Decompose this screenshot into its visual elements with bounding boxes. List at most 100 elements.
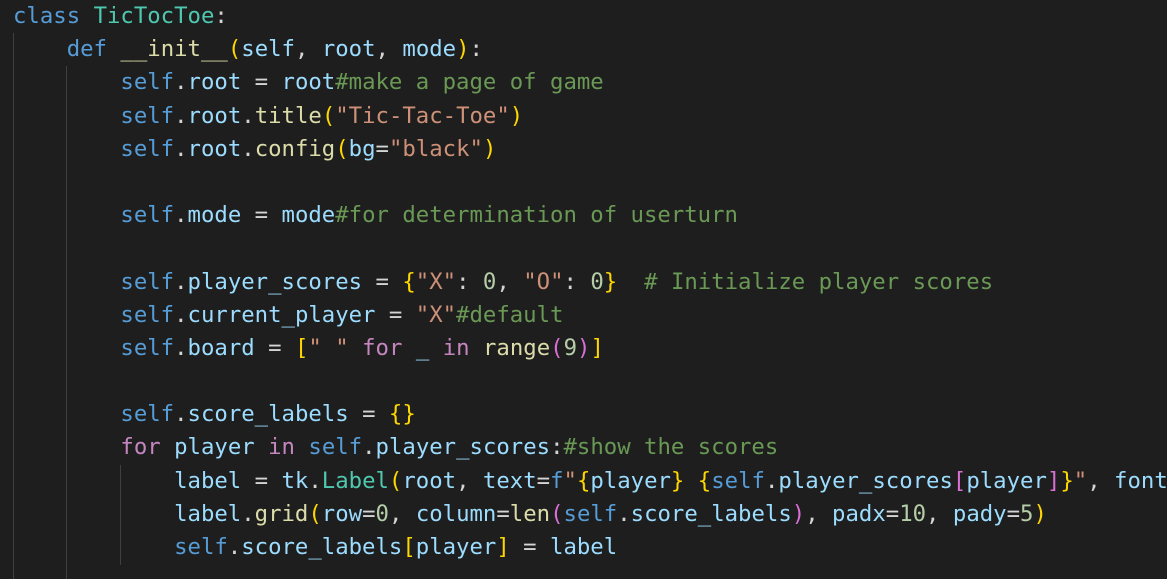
code-line[interactable] (13, 232, 1167, 265)
code-token: player (590, 467, 671, 494)
code-token: . (227, 534, 242, 560)
code-token: , (926, 500, 953, 527)
code-token: ( (550, 334, 564, 361)
code-token: , (294, 36, 322, 63)
code-token: ] (1046, 467, 1061, 494)
code-line[interactable] (13, 365, 1167, 398)
code-token: , (375, 36, 403, 63)
code-line[interactable]: self.player_scores = {"X": 0, "O": 0} # … (13, 266, 1167, 299)
code-token: in (442, 334, 470, 361)
code-token: in (268, 434, 295, 461)
code-token: , (1087, 467, 1115, 494)
code-token: #make a page of game (335, 69, 604, 96)
code-token: . (617, 500, 631, 527)
code-token: player_scores (187, 268, 363, 295)
code-token: . (174, 102, 188, 129)
code-token: : (456, 268, 483, 295)
code-token: [ (402, 534, 416, 560)
code-token: . (308, 467, 322, 494)
code-token: player (966, 467, 1047, 494)
code-token: [ (952, 467, 967, 494)
code-token: self (120, 301, 175, 328)
code-token: mode (187, 202, 242, 229)
code-token: . (174, 334, 188, 361)
code-token: label (550, 534, 618, 560)
code-token: . (174, 202, 188, 229)
code-line[interactable]: label.grid(row=0, column=len(self.score_… (13, 498, 1167, 531)
code-token: = (375, 301, 416, 328)
code-token: _ (415, 334, 430, 361)
code-token: def (66, 36, 107, 63)
code-token: ) (456, 36, 470, 63)
code-line[interactable]: def __init__(self, root, mode): (13, 33, 1167, 66)
code-token: . (241, 102, 255, 129)
code-token: self (308, 434, 363, 461)
code-token: ) (577, 334, 591, 361)
code-token: root (321, 36, 376, 63)
code-token: self (120, 401, 175, 428)
code-line[interactable]: for player in self.player_scores:#show t… (13, 431, 1167, 464)
code-token: . (174, 268, 188, 295)
code-token: : (214, 3, 228, 29)
code-token: player_scores (778, 467, 953, 494)
code-token: = (241, 202, 282, 229)
code-token: = (1006, 500, 1021, 527)
code-token: f (550, 467, 564, 494)
code-line[interactable] (13, 166, 1167, 199)
code-line[interactable]: self.score_labels = {} (13, 398, 1167, 431)
code-token: } (670, 467, 685, 494)
code-token: ] (496, 534, 510, 560)
code-line[interactable]: self.current_player = "X"#default (13, 299, 1167, 332)
code-token: = (496, 500, 510, 527)
code-line[interactable]: self.root = root#make a page of game (13, 66, 1167, 99)
code-token: ( (335, 135, 349, 162)
code-token: self (563, 500, 618, 527)
code-line[interactable]: class TicTocToe: (13, 0, 1167, 33)
code-token: len (509, 500, 551, 527)
code-line[interactable]: self.root.title("Tic-Tac-Toe") (13, 100, 1167, 133)
code-line[interactable]: self.mode = mode#for determination of us… (13, 199, 1167, 232)
code-token: : (563, 268, 591, 295)
code-token: score_labels (187, 401, 349, 428)
code-token: = (362, 268, 403, 295)
code-editor[interactable]: class TicTocToe: def __init__(self, root… (0, 0, 1167, 579)
code-token: #default (456, 301, 564, 328)
code-line[interactable]: label = tk.Label(root, text=f"{player} {… (13, 465, 1167, 498)
code-token: root (281, 69, 336, 96)
code-token: class (13, 3, 81, 29)
code-token: score_labels (630, 500, 792, 527)
code-line[interactable]: self.root.config(bg="black") (13, 133, 1167, 166)
code-token: self (120, 135, 175, 162)
code-token: . (174, 301, 188, 328)
code-token: self (120, 69, 175, 96)
code-token: title (254, 102, 322, 129)
code-token: = (509, 534, 551, 560)
code-token: self (120, 268, 175, 295)
code-token: bg (348, 135, 376, 162)
code-token: , (388, 500, 416, 527)
code-area[interactable]: class TicTocToe: def __init__(self, root… (13, 0, 1167, 564)
code-line[interactable]: self.score_labels[player] = label (13, 531, 1167, 564)
code-token: . (174, 135, 188, 162)
code-token: current_player (187, 301, 376, 328)
code-token: . (241, 500, 255, 527)
code-token: self (120, 334, 175, 361)
code-token: range (483, 334, 551, 361)
code-token: board (187, 334, 255, 361)
code-line[interactable]: self.board = [" " for _ in range(9)] (13, 332, 1167, 365)
code-token: , (805, 500, 833, 527)
